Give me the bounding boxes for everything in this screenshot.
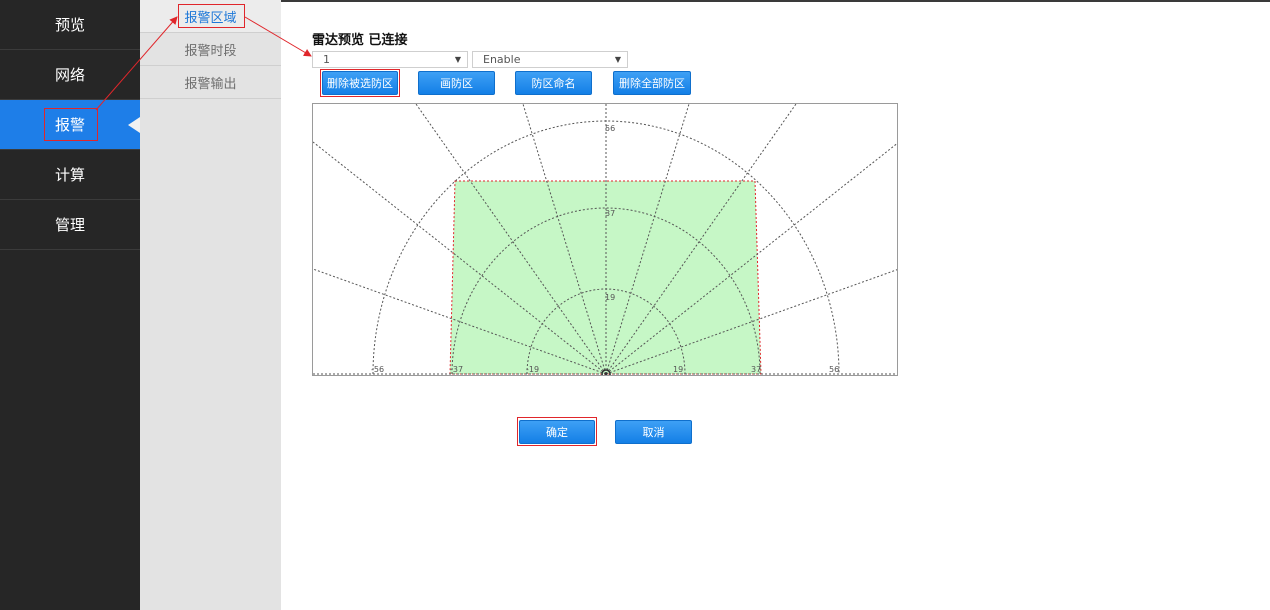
sub-sidebar: 报警区域 报警时段 报警输出 (140, 0, 281, 610)
nav-item-label: 预览 (54, 16, 85, 34)
main-sidebar: 预览 网络 报警 计算 管理 (0, 0, 140, 610)
radar-canvas[interactable]: 56 37 19 -56 -37 -19 19 37 56 (312, 103, 898, 376)
axis-label: -56 (371, 365, 384, 374)
zone-enable-select[interactable]: Enable ▼ (472, 51, 628, 68)
radar-svg: 56 37 19 -56 -37 -19 19 37 56 (313, 104, 897, 375)
axis-label: -19 (526, 365, 539, 374)
axis-label: 56 (829, 365, 839, 374)
subnav-item-alarm-output[interactable]: 报警输出 (140, 66, 281, 99)
annotation-box-alarm (44, 108, 98, 141)
annotation-box-alarm-zone (178, 4, 245, 28)
nav-item-preview[interactable]: 预览 (0, 0, 140, 50)
axis-label: 37 (751, 365, 761, 374)
zone-number-value: 1 (323, 53, 330, 66)
nav-item-manage[interactable]: 管理 (0, 200, 140, 250)
subnav-item-label: 报警时段 (184, 43, 237, 59)
axis-label: 19 (673, 365, 683, 374)
draw-zone-button[interactable]: 画防区 (418, 71, 495, 95)
nav-item-label: 管理 (54, 216, 85, 234)
annotation-box-confirm (517, 417, 597, 446)
nav-item-compute[interactable]: 计算 (0, 150, 140, 200)
annotation-box-delete-selected (320, 69, 400, 97)
nav-item-label: 计算 (54, 166, 85, 184)
range-label: 56 (605, 124, 615, 133)
subnav-item-label: 报警输出 (184, 76, 237, 92)
cancel-button[interactable]: 取消 (615, 420, 692, 444)
radar-origin-icon (604, 372, 608, 375)
active-pointer-icon (128, 117, 140, 133)
subnav-item-alarm-schedule[interactable]: 报警时段 (140, 33, 281, 66)
nav-item-label: 网络 (54, 66, 85, 84)
rename-zone-button[interactable]: 防区命名 (515, 71, 592, 95)
delete-all-zones-button[interactable]: 删除全部防区 (613, 71, 691, 95)
axis-label: -37 (450, 365, 463, 374)
page-title: 雷达预览 已连接 (312, 33, 408, 48)
zone-number-select[interactable]: 1 ▼ (312, 51, 468, 68)
range-label: 19 (605, 293, 615, 302)
range-label: 37 (605, 209, 615, 218)
zone-enable-value: Enable (483, 53, 521, 66)
dropdown-arrow-icon: ▼ (614, 55, 621, 64)
dropdown-arrow-icon: ▼ (454, 55, 461, 64)
nav-item-network[interactable]: 网络 (0, 50, 140, 100)
